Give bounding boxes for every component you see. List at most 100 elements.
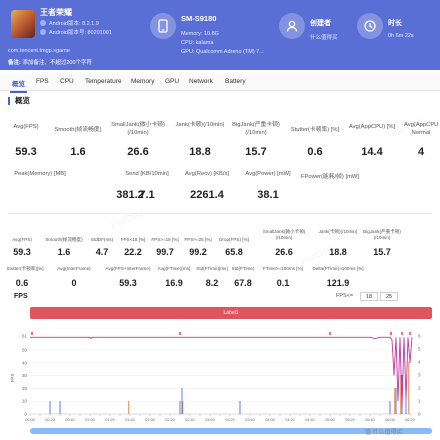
x-tick-label: 04:20	[285, 418, 295, 422]
app-icon	[11, 10, 35, 38]
x-tick-label: 03:40	[245, 418, 255, 422]
site-watermark: 值 什么值得买	[365, 430, 403, 436]
device-memory: Memory: 10.8G	[181, 31, 219, 37]
android-version: Android版本: 8.2.1.9	[40, 19, 99, 27]
detail-value: 15.7	[373, 247, 391, 257]
tab-temperature[interactable]: Temperature	[85, 78, 122, 85]
duration-title: 时长	[388, 20, 402, 27]
android-icon	[40, 20, 46, 26]
detail-label: Jank(卡顿)(/10min)	[318, 229, 358, 234]
y-tick-label: 30	[22, 373, 28, 378]
metric-value: 2261.4	[190, 189, 224, 201]
x-tick-label: 04:40	[305, 418, 315, 422]
x-tick-label: 06:00	[385, 418, 395, 422]
x-tick-label: 00:20	[45, 418, 55, 422]
tab-network[interactable]: Network	[189, 78, 213, 85]
event-marker	[31, 332, 33, 335]
notice-bar[interactable]: 备注: 添加备注、不超过200个字符	[8, 58, 92, 66]
tab-battery[interactable]: Battery	[225, 78, 246, 85]
y2-tick-label: 6	[418, 334, 421, 339]
detail-value: 121.9	[326, 278, 350, 288]
tab-memory[interactable]: Memory	[131, 78, 154, 85]
x-tick-label: 04:00	[265, 418, 275, 422]
detail-value: 1.6	[57, 247, 71, 257]
y-tick-label: 61	[22, 334, 28, 339]
fps-threshold-input-1[interactable]: 18	[360, 292, 378, 301]
detail-value: 22.2	[124, 247, 142, 257]
detail-value: 99.2	[189, 247, 207, 257]
detail-label: Delta(FTime)>100ms [%]	[312, 266, 364, 271]
app-package: com.tencent.tmgp.sgame	[8, 48, 70, 54]
x-tick-label: 02:00	[145, 418, 155, 422]
detail-label: SmallJank(微小卡顿)(/10min)	[262, 229, 306, 240]
detail-value: 0.6	[15, 278, 29, 288]
y2-tick-label: 1	[418, 399, 421, 404]
y2-tick-label: 2	[418, 386, 421, 391]
metric-value: 18.8	[189, 146, 211, 158]
label-bar-text: Label1	[223, 310, 239, 316]
tab-gpu[interactable]: GPU	[165, 78, 179, 85]
app-name: 王者荣耀	[40, 8, 72, 17]
duration-value: 0h 6m 22s	[388, 33, 414, 39]
event-marker	[329, 332, 331, 335]
detail-label: StdDF(ms)	[90, 237, 114, 242]
detail-label: Avg(FPS+InterFrame)	[105, 266, 151, 271]
metric-value: 59.3	[15, 146, 37, 158]
metric-value: 15.7	[245, 146, 267, 158]
metric-label: Smooth(帧流畅度)	[54, 127, 102, 133]
metric-value: 1.6	[70, 146, 86, 158]
detail-label: Std(FTime)	[231, 266, 255, 271]
detail-label: Smooth(帧流畅度)	[45, 237, 83, 242]
event-marker	[401, 332, 403, 335]
fps-chart[interactable]: 0 10 20 30 40 50 61 0 1 2 3 4 5 6 FPS 00:00 00:20 00:40 01…	[0, 318, 440, 430]
detail-label: FPS>=25 [%]	[184, 237, 212, 242]
device-icon	[150, 13, 176, 39]
android-icon	[40, 29, 46, 35]
x-tick-label: 05:00	[325, 418, 335, 422]
metric-label: Jank(卡顿)(/10min)	[175, 122, 225, 128]
y2-tick-label: 4	[418, 360, 421, 365]
metric-label: Avg(Recv) [KB/s]	[184, 171, 230, 177]
y2-tick-label: 0	[418, 412, 421, 417]
x-tick-label: 02:20	[165, 418, 175, 422]
x-tick-label: 05:20	[345, 418, 355, 422]
y-tick-label: 40	[22, 360, 28, 365]
report-header: 王者荣耀 Android版本: 8.2.1.9 Android版本号: 8020…	[0, 0, 440, 70]
detail-label: Drop(FPS) [%]	[219, 237, 249, 242]
y-axis-label: FPS	[10, 374, 15, 383]
metric-label: BigJank(严重卡顿)(/10min)	[232, 122, 280, 136]
x-tick-label: 01:20	[105, 418, 115, 422]
device-gpu: GPU: Qualcomm Adreno (TM) 7...	[181, 49, 264, 55]
metric-label: SmallJank(微小卡顿)(/10min)	[111, 122, 165, 136]
tab-fps[interactable]: FPS	[36, 78, 49, 85]
x-tick-label: 01:40	[125, 418, 135, 422]
fps-line	[30, 336, 413, 408]
detail-value: 65.8	[225, 247, 243, 257]
metric-label: Peak(Memory) [MB]	[14, 171, 66, 177]
metric-value: 7.1	[139, 189, 155, 201]
device-name: SM-S9180	[181, 14, 217, 23]
y-tick-label: 10	[22, 399, 28, 404]
y2-tick-label: 5	[418, 347, 421, 352]
x-tick-label: 03:20	[225, 418, 235, 422]
tab-overview[interactable]: 概览	[10, 78, 27, 93]
detail-value: 99.7	[156, 247, 174, 257]
fps-threshold-label: FPS<=	[336, 293, 354, 299]
tab-cpu[interactable]: CPU	[60, 78, 74, 85]
detail-value: 16.9	[165, 278, 183, 288]
detail-label: FPS>=18 [%]	[151, 237, 179, 242]
metric-label: Send [KB/10min]	[125, 171, 169, 177]
creator-name: 什么值得买	[310, 35, 338, 41]
section-title: 概览	[8, 97, 30, 105]
metric-value: 26.6	[127, 146, 149, 158]
detail-label: FTime>=100ms [%]	[263, 266, 303, 271]
x-tick-label: 05:40	[365, 418, 375, 422]
metric-value: 38.1	[257, 189, 279, 201]
fps-threshold-input-2[interactable]: 25	[380, 292, 398, 301]
detail-value: 0.1	[276, 278, 290, 288]
detail-value: 0	[71, 278, 77, 288]
watermark: PerfDog	[109, 207, 144, 231]
x-tick-label: 00:40	[65, 418, 75, 422]
notice-label: 备注:	[8, 60, 21, 66]
user-icon	[279, 13, 305, 39]
